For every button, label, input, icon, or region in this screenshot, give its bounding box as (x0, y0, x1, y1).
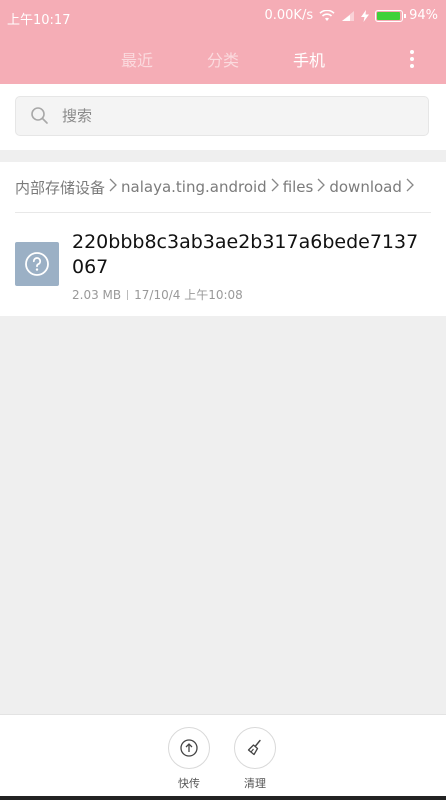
tab-phone[interactable]: 手机 (266, 47, 352, 71)
broom-icon (247, 739, 261, 756)
breadcrumb-item-files[interactable]: files (283, 178, 314, 196)
wifi-icon (319, 9, 335, 21)
file-meta: 2.03 MB 17/10/4 上午10:08 (72, 286, 243, 303)
file-size: 2.03 MB (72, 287, 122, 302)
signal-icon (342, 10, 355, 21)
more-options-button[interactable] (402, 46, 422, 72)
quick-share-label: 快传 (178, 777, 200, 790)
network-speed: 0.00K/s (264, 8, 314, 23)
clean-button[interactable]: 清理 (225, 727, 285, 791)
upload-icon (180, 739, 198, 757)
chevron-right-icon (109, 178, 117, 196)
battery-percent: 94% (409, 8, 438, 23)
charging-icon (361, 9, 370, 22)
more-dot-icon (410, 57, 414, 61)
file-browser: 内部存储设备 nalaya.ting.android files downloa… (0, 162, 446, 316)
screen-bottom-edge (0, 796, 446, 800)
search-input[interactable] (60, 106, 404, 126)
file-date: 17/10/4 上午10:08 (134, 288, 243, 302)
chevron-right-icon (406, 178, 414, 196)
bottom-bar: 快传 清理 (0, 714, 446, 800)
chevron-right-icon (271, 178, 279, 196)
more-dot-icon (410, 50, 414, 54)
breadcrumb-item-internal-storage[interactable]: 内部存储设备 (15, 177, 105, 198)
quick-share-button[interactable]: 快传 (159, 727, 219, 791)
clean-label: 清理 (244, 777, 266, 790)
search-area (0, 84, 446, 150)
battery-icon (375, 9, 407, 22)
unknown-file-icon (15, 242, 59, 286)
quick-share-circle (168, 727, 210, 769)
breadcrumb-item-app-folder[interactable]: nalaya.ting.android (121, 178, 267, 196)
chevron-right-icon (317, 178, 326, 196)
breadcrumb: 内部存储设备 nalaya.ting.android files downloa… (15, 162, 431, 213)
meta-divider (127, 289, 129, 300)
title-bar: 最近 分类 手机 (0, 34, 446, 84)
battery-fill (377, 11, 400, 20)
search-box[interactable] (15, 96, 429, 136)
status-time: 上午10:17 (7, 13, 71, 28)
breadcrumb-item-download[interactable]: download (329, 178, 402, 196)
tab-recent[interactable]: 最近 (94, 47, 180, 71)
file-name: 220bbb8c3ab3ae2b317a6bede7137067 (72, 231, 419, 278)
status-indicators: 0.00K/s 94% (264, 8, 438, 23)
status-bar: 上午10:17 0.00K/s 94% (0, 0, 446, 34)
clean-circle (234, 727, 276, 769)
tab-bar: 最近 分类 手机 (0, 34, 446, 84)
tab-category[interactable]: 分类 (180, 47, 266, 71)
search-icon (31, 107, 48, 124)
list-item[interactable]: 220bbb8c3ab3ae2b317a6bede7137067 2.03 MB… (0, 222, 446, 314)
more-dot-icon (410, 64, 414, 68)
